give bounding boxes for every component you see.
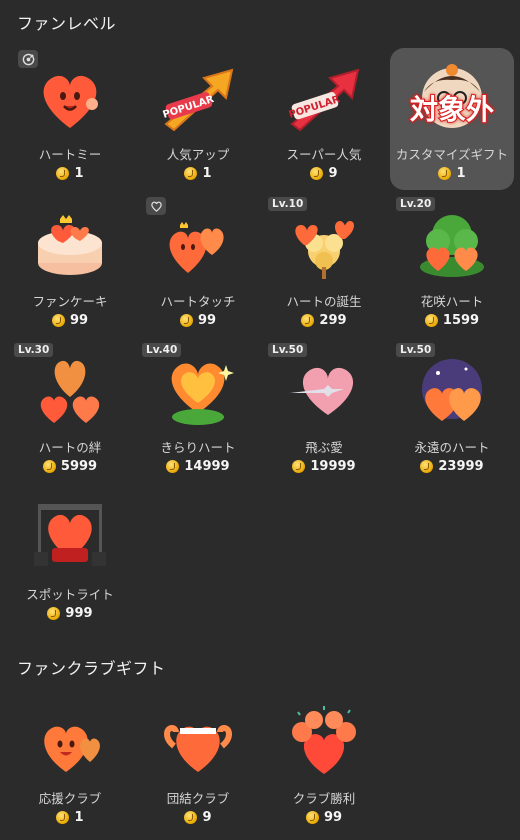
- gift-item[interactable]: Lv.40 きらりハート 14999: [136, 341, 260, 483]
- coin-icon: [56, 167, 70, 180]
- gift-price: 999: [8, 606, 132, 621]
- gift-price: 1: [8, 166, 132, 181]
- coin-icon: [424, 314, 438, 327]
- gift-price: 99: [8, 313, 132, 328]
- gift-price: 14999: [136, 459, 260, 474]
- coin-icon: [47, 607, 61, 620]
- gift-price: 1: [8, 810, 132, 825]
- heart-me-icon: [30, 58, 110, 138]
- gift-item-unavailable[interactable]: 対象外 カスタマイズギフト 1: [390, 48, 514, 190]
- gift-price: 1: [136, 166, 260, 181]
- popular-arrow-icon: POPULAR: [158, 58, 238, 138]
- gift-item[interactable]: ハートタッチ 99: [136, 195, 260, 337]
- gift-name: クラブ勝利: [292, 791, 356, 806]
- gift-name: ハートミー: [38, 147, 102, 162]
- section-title-fan-level: ファンレベル: [17, 14, 117, 33]
- flying-love-icon: [284, 351, 364, 431]
- gift-item[interactable]: Lv.50 飛ぶ愛 19999: [262, 341, 386, 483]
- coin-icon: [184, 811, 198, 824]
- coin-icon: [438, 167, 452, 180]
- gift-item[interactable]: スポットライト 999: [8, 488, 132, 630]
- fan-cake-icon: [30, 205, 110, 285]
- coin-icon: [310, 167, 324, 180]
- coin-icon: [301, 314, 315, 327]
- gift-name: 永遠のハート: [414, 440, 490, 455]
- gift-item[interactable]: POPULAR スーパー人気 9: [262, 48, 386, 190]
- spotlight-icon: [30, 498, 110, 578]
- gift-item[interactable]: Lv.50 永遠のハート 23999: [390, 341, 514, 483]
- gift-item[interactable]: Lv.30 ハートの絆 5999: [8, 341, 132, 483]
- gift-price: 5999: [8, 459, 132, 474]
- gift-item[interactable]: POPULAR 人気アップ 1: [136, 48, 260, 190]
- heart-bond-icon: [30, 351, 110, 431]
- coin-icon: [184, 167, 198, 180]
- heart-touch-icon: [158, 205, 238, 285]
- gift-name: ハートの誕生: [286, 294, 362, 309]
- unavailable-overlay: 対象外: [409, 92, 495, 127]
- gift-name: 飛ぶ愛: [305, 440, 343, 455]
- gift-price: 299: [262, 313, 386, 328]
- coin-icon: [166, 460, 180, 473]
- gift-name: ハートの絆: [38, 440, 102, 455]
- blooming-heart-icon: [412, 205, 492, 285]
- sparkle-heart-icon: [158, 351, 238, 431]
- gift-name: 花咲ハート: [420, 294, 484, 309]
- heart-birth-icon: [284, 205, 364, 285]
- gift-price: 1599: [390, 313, 514, 328]
- gift-price: 9: [136, 810, 260, 825]
- gift-item[interactable]: ファンケーキ 99: [8, 195, 132, 337]
- gift-item[interactable]: 応援クラブ 1: [8, 692, 132, 834]
- coin-icon: [56, 811, 70, 824]
- super-popular-icon: POPULAR: [284, 58, 364, 138]
- gift-price: 1: [390, 166, 514, 181]
- club-victory-icon: [284, 702, 364, 782]
- gift-name: ファンケーキ: [32, 294, 108, 309]
- coin-icon: [42, 460, 56, 473]
- coin-icon: [292, 460, 306, 473]
- gift-price: 9: [262, 166, 386, 181]
- gift-name: 人気アップ: [166, 147, 230, 162]
- coin-icon: [51, 314, 65, 327]
- gift-name: カスタマイズギフト: [395, 147, 509, 162]
- section-title-fan-club-gift: ファンクラブギフト: [17, 659, 166, 678]
- gift-item[interactable]: Lv.10 ハートの誕生 299: [262, 195, 386, 337]
- coin-icon: [179, 314, 193, 327]
- coin-icon: [420, 460, 434, 473]
- gift-item[interactable]: 団結クラブ 9: [136, 692, 260, 834]
- gift-name: 団結クラブ: [166, 791, 230, 806]
- eternal-heart-icon: [412, 351, 492, 431]
- gift-name: スポットライト: [26, 587, 114, 602]
- gift-name: きらりハート: [160, 440, 236, 455]
- gift-name: 応援クラブ: [38, 791, 102, 806]
- unity-club-icon: [158, 702, 238, 782]
- coin-icon: [305, 811, 319, 824]
- cheer-club-icon: [30, 702, 110, 782]
- gift-name: スーパー人気: [286, 147, 362, 162]
- gift-price: 99: [136, 313, 260, 328]
- gift-name: ハートタッチ: [160, 294, 236, 309]
- gift-price: 19999: [262, 459, 386, 474]
- gift-price: 99: [262, 810, 386, 825]
- gift-price: 23999: [390, 459, 514, 474]
- gift-item[interactable]: Lv.20 花咲ハート 1599: [390, 195, 514, 337]
- gift-item[interactable]: ハートミー 1: [8, 48, 132, 190]
- gift-item[interactable]: クラブ勝利 99: [262, 692, 386, 834]
